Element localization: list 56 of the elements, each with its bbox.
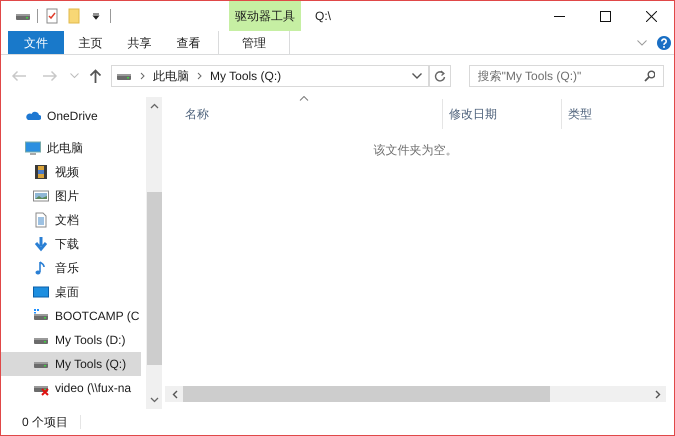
navigation-item[interactable]: 下载 xyxy=(1,232,141,256)
chevron-icon[interactable] xyxy=(140,72,146,80)
ribbon-tab[interactable]: 共享 xyxy=(117,31,162,54)
navigation-item[interactable]: My Tools (D:) xyxy=(1,328,141,352)
navigation-item[interactable]: OneDrive xyxy=(1,104,141,128)
scrollbar-thumb[interactable] xyxy=(146,192,162,365)
navigation-item[interactable]: BOOTCAMP (C xyxy=(1,304,141,328)
scroll-down-icon[interactable] xyxy=(150,397,158,403)
navigation-item[interactable]: 音乐 xyxy=(1,256,141,280)
navigation-item[interactable]: 文档 xyxy=(1,208,141,232)
search-icon xyxy=(644,70,655,82)
search-field[interactable]: 搜索"My Tools (Q:)" xyxy=(468,65,664,87)
maximize-icon xyxy=(600,10,610,22)
chevron-icon[interactable] xyxy=(197,72,202,80)
context-tab-label: 驱动器工具 xyxy=(235,8,295,25)
desktop-icon xyxy=(33,284,49,300)
ribbon-tab[interactable]: 主页 xyxy=(68,31,113,54)
navigation-item[interactable]: 桌面 xyxy=(1,280,141,304)
navigation-item[interactable]: 此电脑 xyxy=(1,136,141,160)
dropdown-caret-icon[interactable] xyxy=(412,73,422,79)
expand-ribbon-icon[interactable] xyxy=(637,40,647,46)
item-count: 0 个项目 xyxy=(22,414,68,431)
down-arrow-icon xyxy=(33,236,49,252)
help-icon[interactable] xyxy=(657,36,671,50)
scrollbar-thumb[interactable] xyxy=(183,386,550,402)
column-header[interactable]: 修改日期 xyxy=(442,99,561,129)
refresh-icon xyxy=(434,70,446,82)
picture-icon xyxy=(33,188,49,204)
up-arrow-icon[interactable] xyxy=(88,69,102,83)
ribbon-tab[interactable]: 文件 xyxy=(8,31,64,54)
scroll-up-icon[interactable] xyxy=(150,103,158,109)
empty-folder-message: 该文件夹为空。 xyxy=(374,142,458,159)
document-icon xyxy=(33,212,49,228)
column-header[interactable]: 类型 xyxy=(561,99,666,129)
address-bar[interactable]: 此电脑 My Tools (Q:) xyxy=(111,65,430,87)
breadcrumb-item[interactable]: 此电脑 xyxy=(153,67,190,85)
ribbon-tab[interactable]: 查看 xyxy=(166,31,211,54)
sort-ascending-icon xyxy=(299,96,308,101)
ribbon-tab[interactable]: 管理 xyxy=(218,31,290,54)
column-header[interactable]: 名称 xyxy=(165,99,442,129)
navigation-item[interactable]: 图片 xyxy=(1,184,141,208)
scroll-right-icon[interactable] xyxy=(655,390,661,398)
close-icon xyxy=(646,10,656,22)
vertical-scrollbar[interactable] xyxy=(146,97,162,409)
navigation-item[interactable]: 视频 xyxy=(1,160,141,184)
window-title: Q:\ xyxy=(315,8,332,25)
refresh-button[interactable] xyxy=(429,65,451,87)
breadcrumb-item[interactable]: My Tools (Q:) xyxy=(210,67,282,85)
navigation-item[interactable]: My Tools (Q:) xyxy=(1,352,141,376)
checklist-icon[interactable] xyxy=(44,8,60,24)
scroll-left-icon[interactable] xyxy=(172,390,178,398)
horizontal-scrollbar[interactable] xyxy=(165,386,666,402)
monitor-icon xyxy=(25,140,41,156)
navigation-item[interactable]: video (\\fux-na xyxy=(1,376,141,400)
search-input[interactable]: 搜索"My Tools (Q:)" xyxy=(478,67,644,85)
film-icon xyxy=(33,164,49,180)
